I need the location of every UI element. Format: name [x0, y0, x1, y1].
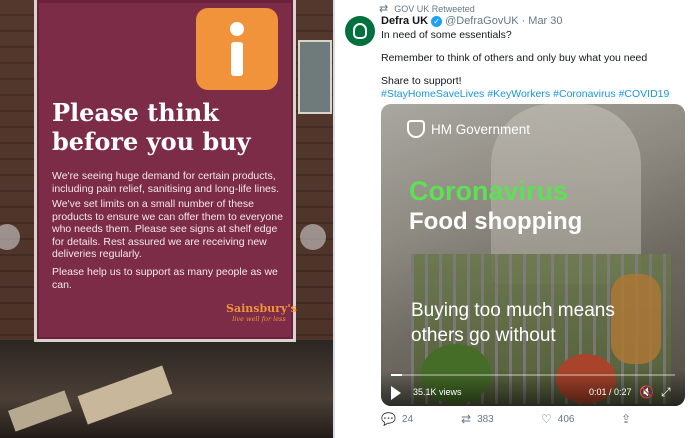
retweet-context: ⇄ GOV UK Retweeted	[379, 2, 475, 15]
retweet-icon: ⇄	[379, 3, 389, 15]
video-overlay	[381, 104, 685, 406]
like-count: 406	[557, 413, 575, 425]
video-progress-fill	[391, 374, 402, 376]
video-caption: Buying too much means others go without	[411, 300, 615, 346]
play-icon[interactable]	[391, 386, 401, 400]
heart-icon: ♡	[541, 412, 552, 426]
info-icon	[196, 8, 278, 90]
retweet-button[interactable]: ⇄ 383	[461, 412, 494, 426]
hashtags: #StayHomeSaveLives #KeyWorkers #Coronaviru…	[381, 88, 672, 100]
reply-icon: 💬	[381, 412, 396, 426]
share-icon: ⇪	[621, 412, 632, 426]
tweet-header: Defra UK ✓ @DefraGovUK · Mar 30	[381, 15, 563, 27]
video-title: Coronavirus	[409, 176, 569, 206]
verified-icon: ✓	[431, 15, 443, 27]
poster-paragraph: Please help us to support as many people…	[52, 266, 278, 291]
tweet-line: Share to support!	[381, 75, 462, 87]
reply-count: 24	[401, 413, 414, 425]
video-progress-bar[interactable]	[391, 374, 675, 376]
sainsburys-poster: Please think before you buy We're seeing…	[34, 0, 297, 342]
store-photo: Please think before you buy We're seeing…	[0, 0, 333, 438]
tweet-line: In need of some essentials?	[381, 29, 512, 41]
hm-government-logo: HM Government	[407, 120, 530, 138]
hashtag-link[interactable]: #KeyWorkers	[487, 88, 550, 100]
crest-icon	[353, 23, 367, 39]
reply-button[interactable]: 💬 24	[381, 412, 413, 426]
carousel-dot	[300, 224, 326, 250]
video-controls: 35.1K views 0:01 / 0:27 🔇 ⤢	[381, 370, 685, 406]
tweet-date[interactable]: Mar 30	[528, 15, 562, 27]
brand-tagline: live well for less	[232, 315, 286, 323]
poster-paragraph: We've set limits on a small number of th…	[52, 198, 283, 261]
view-count: 35.1K views	[413, 387, 462, 397]
avatar[interactable]	[345, 16, 375, 46]
poster-paragraph: We're seeing huge demand for certain pro…	[52, 170, 280, 195]
video-time: 0:01 / 0:27	[589, 387, 632, 397]
video-subtitle: Food shopping	[409, 208, 583, 235]
fullscreen-icon[interactable]: ⤢	[661, 385, 671, 400]
crest-icon	[407, 120, 425, 138]
tweet-actions: 💬 24 ⇄ 383 ♡ 406 ⇪	[381, 412, 681, 430]
retweet-count: 383	[477, 413, 494, 425]
handle[interactable]: @DefraGovUK	[445, 15, 519, 27]
retweet-icon: ⇄	[461, 412, 472, 426]
window-right	[298, 40, 332, 114]
display-name[interactable]: Defra UK	[381, 15, 428, 27]
hm-government-label: HM Government	[431, 121, 531, 137]
tweet-line: Remember to think of others and only buy…	[381, 52, 648, 64]
hashtag-link[interactable]: #COVID19	[619, 88, 670, 100]
separator: ·	[521, 15, 526, 27]
hashtag-link[interactable]: #StayHomeSaveLives	[381, 88, 484, 100]
video-player[interactable]: HM Government Coronavirus Food shopping …	[381, 104, 685, 406]
like-button[interactable]: ♡ 406	[541, 412, 574, 426]
sainsburys-logo: Sainsbury's live well for less	[226, 302, 297, 323]
brand-name: Sainsbury's	[226, 302, 297, 315]
share-button[interactable]: ⇪	[621, 412, 631, 426]
tweet: ⇄ GOV UK Retweeted Defra UK ✓ @DefraGovU…	[335, 0, 700, 438]
retweet-label[interactable]: GOV UK Retweeted	[394, 4, 475, 14]
hashtag-link[interactable]: #Coronavirus	[553, 88, 615, 100]
poster-heading: Please think before you buy	[52, 98, 251, 156]
mute-icon[interactable]: 🔇	[639, 385, 654, 399]
